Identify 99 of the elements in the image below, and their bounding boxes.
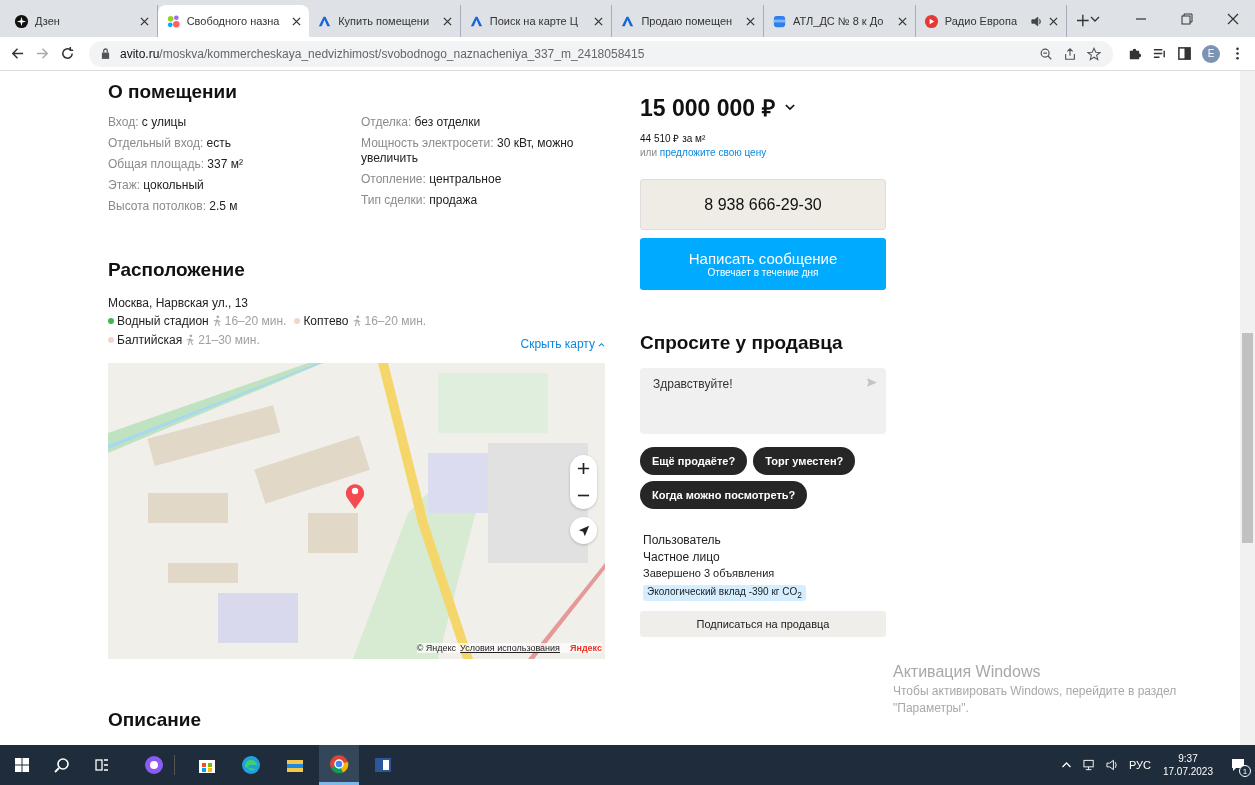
close-icon[interactable]	[1227, 13, 1240, 25]
message-field[interactable]: Здравствуйте!	[640, 368, 886, 434]
quick-question-chip[interactable]: Когда можно посмотреть?	[640, 481, 808, 509]
windows-start-icon[interactable]	[14, 757, 30, 773]
tab-title: Радио Европа	[944, 15, 1019, 27]
tab-title: Дзен	[35, 15, 61, 27]
new-tab-icon[interactable]	[1077, 14, 1090, 27]
quick-question-chip[interactable]: Торг уместен?	[753, 447, 856, 475]
tab-title: Продаю помещен	[641, 15, 734, 27]
chrome-icon	[329, 753, 349, 774]
favicon-icon	[772, 13, 788, 29]
chevron-down-icon[interactable]	[784, 103, 795, 111]
map-pin-icon	[344, 481, 366, 510]
search-icon[interactable]	[54, 757, 70, 773]
browser-swirl-icon	[241, 755, 261, 775]
close-icon[interactable]	[292, 16, 302, 26]
side-panel-icon[interactable]	[1177, 46, 1192, 61]
hide-map-link[interactable]: Скрыть карту	[520, 337, 605, 351]
section-heading: Расположение	[108, 259, 246, 281]
favicon-icon	[165, 13, 181, 29]
close-icon[interactable]	[442, 16, 452, 26]
subscribe-button[interactable]: Подписаться на продавца	[640, 611, 886, 637]
price-text: 15 000 000 ₽	[640, 94, 775, 123]
activation-title: Активация Windows	[893, 663, 1042, 681]
param-text: Общая площадь: 337 м²	[108, 157, 244, 172]
speaker-icon[interactable]	[1105, 759, 1119, 771]
browser-tab[interactable]: Свободного назна	[157, 5, 310, 37]
seller-name: Пользователь	[643, 533, 721, 547]
close-icon[interactable]	[897, 16, 907, 26]
puzzle-icon[interactable]	[1127, 46, 1142, 61]
scrollbar[interactable]	[1240, 71, 1255, 745]
speaker-icon[interactable]	[1031, 15, 1044, 27]
language-indicator[interactable]: РУС	[1128, 759, 1151, 771]
caret-icon	[598, 341, 605, 347]
share-icon[interactable]	[1063, 46, 1077, 61]
reload-icon[interactable]	[60, 46, 75, 61]
document-icon	[373, 755, 393, 775]
lock-icon	[101, 48, 110, 59]
terms-link[interactable]: Условия использования	[460, 643, 560, 653]
taskbar-app[interactable]	[319, 745, 359, 785]
param-text: Высота потолков: 2.5 м	[108, 199, 239, 214]
back-arrow-icon[interactable]	[10, 46, 25, 61]
address-field[interactable]: avito.ru/moskva/kommercheskaya_nedvizhimost/svobodnogo_naznacheniya_337_m_2418058415	[89, 40, 1113, 67]
assistant-icon	[144, 755, 164, 775]
metro-name: Водный стадион	[117, 314, 209, 328]
section-heading: О помещении	[108, 81, 238, 103]
offer-text: или предложите свою цену	[640, 147, 768, 158]
clock[interactable]: 9:37 17.07.2023	[1162, 752, 1213, 778]
walking-person-icon	[351, 315, 362, 327]
param-text: Тип сделки: продажа	[361, 193, 479, 208]
phone-button[interactable]: 8 938 666-29-30	[640, 179, 886, 230]
tab-title: Купить помещени	[338, 15, 431, 27]
eco-badge: Экологический вклад -390 кг CO$_{2}$	[643, 585, 806, 601]
seller-type: Частное лицо	[643, 550, 720, 564]
task-view-icon[interactable]	[94, 757, 110, 773]
notification-button[interactable]: 1	[1227, 754, 1249, 776]
yandex-logo: Яндекс	[570, 643, 602, 653]
offer-price-link[interactable]: предложите свою цену	[659, 147, 767, 158]
scrollbar-thumb[interactable]	[1242, 333, 1253, 543]
quick-question-chip[interactable]: Ещё продаёте?	[640, 447, 748, 475]
restore-icon[interactable]	[1181, 13, 1194, 25]
tab-title: Свободного назна	[186, 15, 281, 27]
param-text: Отопление: центральное	[361, 172, 503, 187]
walking-person-icon	[211, 315, 222, 327]
star-icon[interactable]	[1087, 46, 1101, 61]
activation-text: Чтобы активировать Windows, перейдите в раздел "Параметры".	[893, 683, 1178, 717]
copyright-text: © Яндекс	[416, 643, 457, 653]
notification-count: 1	[1239, 765, 1251, 777]
metro-name: Балтийская	[117, 333, 183, 347]
metro-name: Коптево	[303, 314, 349, 328]
walk-time: 16–20 мин.	[224, 314, 287, 328]
price-per-meter: 44 510 ₽ за м²	[640, 132, 707, 145]
param-text: Мощность электросети: 30 кВт, можно увеличить	[361, 136, 575, 166]
tab-title: Поиск на карте Ц	[489, 15, 579, 27]
walking-person-icon	[185, 334, 196, 346]
close-icon[interactable]	[746, 16, 756, 26]
param-text: Отделка: без отделки	[361, 115, 482, 130]
zoom-icon[interactable]	[1039, 46, 1053, 61]
url-text: avito.ru/moskva/kommercheskaya_nedvizhimost/svobodnogo_naznacheniya_337_m_2418058415	[120, 46, 645, 61]
walk-time: 21–30 мин.	[198, 333, 260, 347]
address-text: Москва, Нарвская ул., 13	[108, 296, 249, 310]
favicon-icon	[923, 13, 939, 29]
close-icon[interactable]	[594, 16, 604, 26]
param-text: Отдельный вход: есть	[108, 136, 232, 151]
tab-title: АТЛ_ДС № 8 к До	[793, 15, 885, 27]
section-heading: Описание	[108, 709, 203, 731]
param-text: Вход: с улицы	[108, 115, 188, 130]
seller-ads-count: Завершено 3 объявления	[643, 567, 775, 579]
walk-time: 16–20 мин.	[364, 314, 427, 328]
section-heading: Спросите у продавца	[640, 332, 844, 354]
param-text: Этаж: цокольный	[108, 178, 205, 193]
playlist-icon[interactable]	[1152, 46, 1167, 61]
favicon-icon	[14, 13, 29, 29]
navigation-arrow-icon	[577, 524, 590, 537]
zoom-in-icon[interactable]	[577, 462, 590, 475]
close-icon[interactable]	[1049, 16, 1059, 26]
network-icon[interactable]	[1082, 759, 1096, 771]
close-icon[interactable]	[139, 16, 149, 26]
message-icon	[1230, 757, 1246, 773]
